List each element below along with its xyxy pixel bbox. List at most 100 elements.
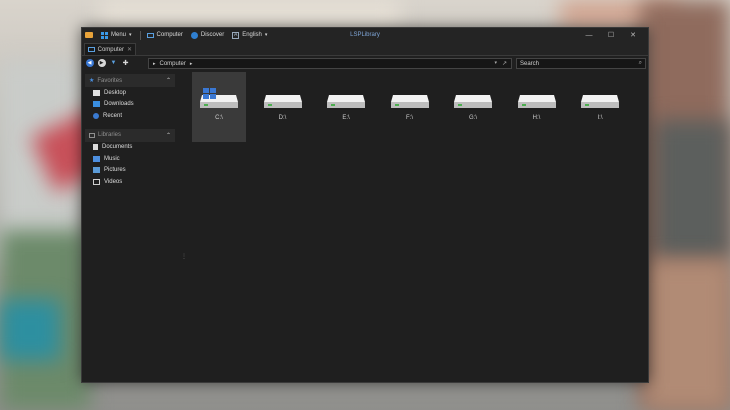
sidebar-item-label: Desktop xyxy=(104,89,127,96)
history-dropdown-button[interactable]: ▼ xyxy=(109,59,118,68)
file-explorer-window: Menu ▾ Computer Discover A English ▾ LSP… xyxy=(81,27,649,383)
hard-drive-icon xyxy=(517,95,556,108)
tab-label: Computer xyxy=(97,46,124,53)
divider xyxy=(139,30,141,40)
drive-label: G:\ xyxy=(468,115,477,121)
sidebar-item-label: Recent xyxy=(103,112,123,119)
language-dropdown[interactable]: A English ▾ xyxy=(232,31,268,39)
maximize-icon: ☐ xyxy=(607,32,615,39)
computer-button[interactable]: Computer xyxy=(146,32,183,38)
minimize-icon: — xyxy=(585,31,593,39)
search-input[interactable]: Search xyxy=(520,61,539,67)
drive-grid: C:\ D:\ E:\ F:\ G:\ H:\ I:\ xyxy=(190,72,648,146)
app-logo-icon xyxy=(85,32,93,38)
recent-icon xyxy=(93,112,99,119)
up-button[interactable]: ✚ xyxy=(121,59,130,68)
libraries-header[interactable]: Libraries ⌃ xyxy=(85,128,175,142)
monitor-icon xyxy=(88,47,95,52)
discover-label: Discover xyxy=(200,32,225,38)
drive-label: E:\ xyxy=(342,115,350,121)
hard-drive-icon xyxy=(390,95,429,108)
chevron-up-icon: ⌃ xyxy=(165,78,171,84)
documents-icon xyxy=(93,144,98,151)
menu-label: Menu xyxy=(111,32,127,38)
drive-label: H:\ xyxy=(532,115,541,121)
hard-drive-icon xyxy=(454,95,492,108)
hard-drive-icon xyxy=(263,95,302,108)
sidebar-item-label: Music xyxy=(104,155,120,162)
sidebar-item-label: Videos xyxy=(104,178,123,185)
sidebar-item-label: Pictures xyxy=(104,167,126,174)
address-bar[interactable]: ▸ Computer ▸ ▾ ↗ xyxy=(148,58,512,69)
monitor-icon xyxy=(146,32,154,38)
close-icon: ✕ xyxy=(630,32,636,39)
drive-item[interactable]: E:\ xyxy=(319,72,373,142)
breadcrumb-computer[interactable]: Computer xyxy=(160,61,186,67)
language-icon: A xyxy=(232,31,240,39)
discover-button[interactable]: Discover xyxy=(190,31,225,39)
up-arrow-icon: ✚ xyxy=(122,60,129,67)
sidebar-item-videos[interactable]: Videos xyxy=(85,176,175,188)
menu-button[interactable]: Menu ▾ xyxy=(101,31,132,39)
caret-down-icon: ▾ xyxy=(264,32,268,38)
sidebar-item-pictures[interactable]: Pictures xyxy=(85,165,175,177)
close-button[interactable]: ✕ xyxy=(622,28,644,42)
maximize-button[interactable]: ☐ xyxy=(600,28,622,42)
sidebar-item-label: Documents xyxy=(102,144,133,151)
app-logo xyxy=(85,32,93,38)
discover-icon xyxy=(190,31,198,39)
libraries-label: Libraries xyxy=(98,132,122,138)
sidebar-item-documents[interactable]: Documents xyxy=(85,142,175,154)
navigation-bar: ◀ ▶ ▼ ✚ ▸ Computer ▸ ▾ ↗ Search ⌕ xyxy=(82,55,648,70)
back-button[interactable]: ◀ xyxy=(85,59,94,68)
computer-label: Computer xyxy=(156,32,183,38)
sidebar-item-music[interactable]: Music xyxy=(85,153,175,165)
sidebar-item-recent[interactable]: Recent xyxy=(85,110,175,122)
drive-item[interactable]: D:\ xyxy=(256,72,310,142)
favorites-label: Favorites xyxy=(97,77,123,84)
back-arrow-icon: ◀ xyxy=(85,59,94,67)
drive-item[interactable]: F:\ xyxy=(383,72,437,142)
pane-splitter[interactable]: ⋮ xyxy=(181,253,187,260)
sidebar-item-label: Downloads xyxy=(104,101,134,108)
drive-item[interactable]: G:\ xyxy=(446,72,500,142)
windows-menu-icon xyxy=(101,31,108,39)
hard-drive-icon xyxy=(581,95,619,108)
tab-close-icon[interactable]: ✕ xyxy=(127,46,132,53)
navigation-pane: ★ Favorites ⌃ Desktop Downloads Recent L… xyxy=(85,73,175,188)
search-icon: ⌕ xyxy=(638,60,642,66)
breadcrumb-arrow-icon: ▸ xyxy=(153,60,156,67)
drive-item[interactable]: I:\ xyxy=(573,72,627,142)
window-controls: — ☐ ✕ xyxy=(578,28,644,42)
search-box[interactable]: Search ⌕ xyxy=(516,58,646,69)
drive-item[interactable]: H:\ xyxy=(510,72,564,142)
chevron-down-icon: ▼ xyxy=(110,60,117,66)
drive-label: C:\ xyxy=(215,115,223,121)
caret-down-icon: ▾ xyxy=(129,32,132,38)
drive-label: I:\ xyxy=(597,115,603,121)
title-bar: Menu ▾ Computer Discover A English ▾ LSP… xyxy=(82,28,648,42)
sidebar-item-desktop[interactable]: Desktop xyxy=(85,87,175,99)
tab-computer[interactable]: Computer ✕ xyxy=(84,43,136,55)
pictures-icon xyxy=(93,167,100,174)
refresh-icon[interactable]: ↗ xyxy=(502,60,507,67)
desktop-icon xyxy=(93,89,100,96)
system-drive-icon xyxy=(200,88,238,108)
hard-drive-icon xyxy=(327,95,365,108)
forward-arrow-icon: ▶ xyxy=(97,59,106,67)
explorer-body: ★ Favorites ⌃ Desktop Downloads Recent L… xyxy=(82,71,648,382)
drive-label: D:\ xyxy=(278,115,287,121)
address-dropdown-icon[interactable]: ▾ xyxy=(494,60,497,67)
minimize-button[interactable]: — xyxy=(578,28,600,42)
sidebar-item-downloads[interactable]: Downloads xyxy=(85,99,175,111)
favorites-header[interactable]: ★ Favorites ⌃ xyxy=(85,74,175,87)
drive-item[interactable]: C:\ xyxy=(192,72,246,142)
chevron-up-icon: ⌃ xyxy=(165,132,171,139)
library-icon xyxy=(89,132,95,138)
breadcrumb-arrow-icon: ▸ xyxy=(189,60,193,67)
language-label: English xyxy=(242,32,262,38)
downloads-icon xyxy=(93,101,100,108)
videos-icon xyxy=(93,178,100,185)
forward-button[interactable]: ▶ xyxy=(97,59,106,68)
drive-label: F:\ xyxy=(406,115,413,121)
